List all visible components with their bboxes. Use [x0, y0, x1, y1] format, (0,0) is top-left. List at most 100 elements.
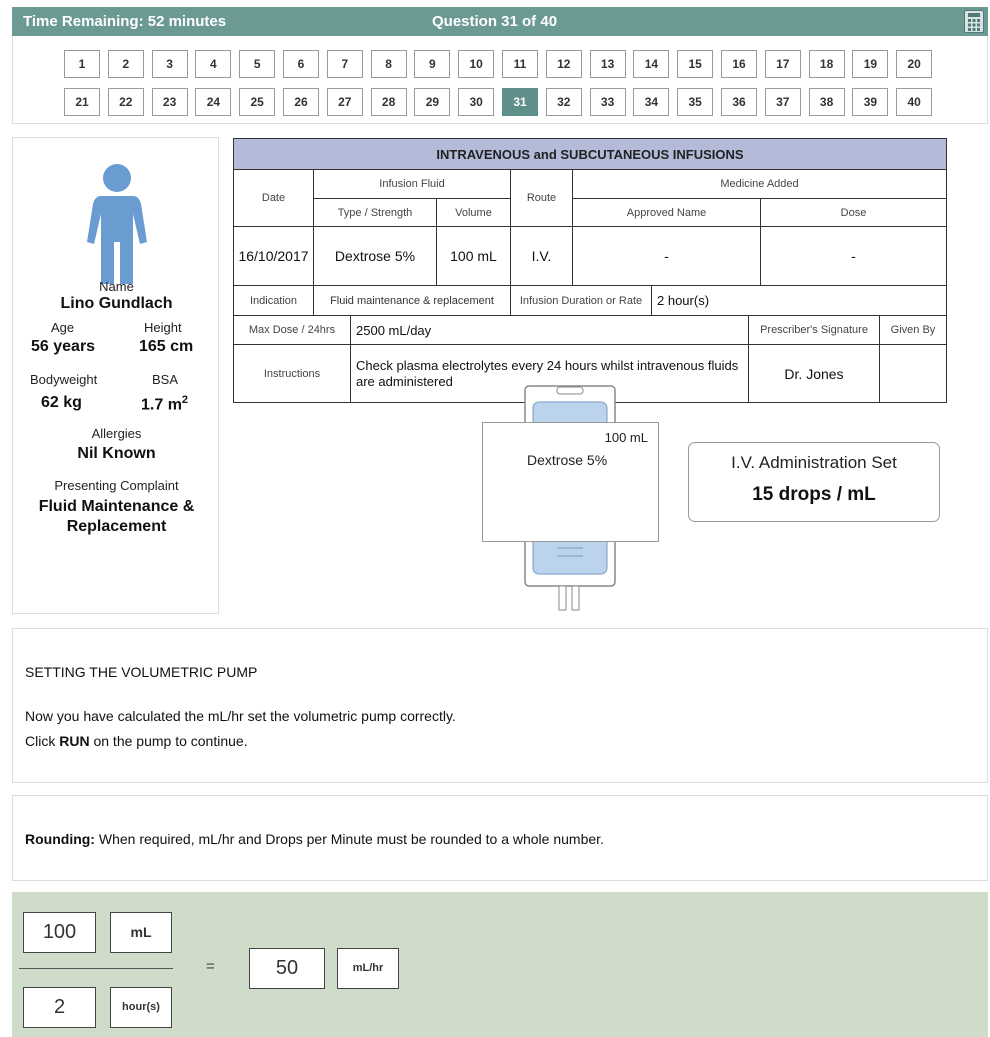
question-button-10[interactable]: 10 — [458, 50, 495, 78]
rounding-note: Rounding: When required, mL/hr and Drops… — [12, 795, 988, 881]
question-button-19[interactable]: 19 — [852, 50, 889, 78]
patient-allergies: Nil Known — [77, 445, 156, 462]
patient-weight: 62 kg — [41, 394, 82, 411]
question-button-28[interactable]: 28 — [370, 88, 407, 116]
question-button-11[interactable]: 11 — [502, 50, 538, 78]
bag-fluid: Dextrose 5% — [527, 452, 608, 468]
type-strength-header: Type / Strength — [314, 199, 437, 227]
question-button-6[interactable]: 6 — [283, 50, 319, 78]
approved-name-header: Approved Name — [573, 199, 761, 227]
question-button-3[interactable]: 3 — [151, 50, 188, 78]
question-button-9[interactable]: 9 — [414, 50, 451, 78]
pump-instructions: SETTING THE VOLUMETRIC PUMP Now you have… — [12, 628, 988, 783]
question-button-22[interactable]: 22 — [107, 88, 144, 116]
question-button-25[interactable]: 25 — [239, 88, 276, 116]
question-button-30[interactable]: 30 — [458, 88, 495, 116]
question-button-24[interactable]: 24 — [195, 88, 232, 116]
route-header: Route — [511, 170, 573, 227]
max-dose-header: Max Dose / 24hrs — [234, 316, 351, 345]
question-button-20[interactable]: 20 — [896, 50, 933, 78]
allergies-label: Allergies — [91, 426, 142, 441]
question-button-32[interactable]: 32 — [545, 88, 582, 116]
result-input[interactable]: 50 — [249, 948, 325, 989]
medicine-added-header: Medicine Added — [573, 170, 946, 199]
person-icon — [87, 164, 147, 284]
question-button-15[interactable]: 15 — [677, 50, 714, 78]
question-button-13[interactable]: 13 — [589, 50, 626, 78]
question-button-27[interactable]: 27 — [326, 88, 363, 116]
bag-label: 100 mL Dextrose 5% — [482, 422, 659, 542]
question-button-38[interactable]: 38 — [808, 88, 845, 116]
question-button-12[interactable]: 12 — [545, 50, 582, 78]
question-button-37[interactable]: 37 — [764, 88, 801, 116]
bodyweight-label: Bodyweight — [30, 372, 98, 387]
question-button-7[interactable]: 7 — [326, 50, 363, 78]
instructions-header: Instructions — [234, 345, 351, 402]
infusion-fluid-header: Infusion Fluid — [314, 170, 511, 199]
question-counter: Question 31 of 40 — [432, 13, 558, 30]
name-label: Name — [99, 279, 134, 294]
question-button-4[interactable]: 4 — [195, 50, 232, 78]
question-button-26[interactable]: 26 — [283, 88, 319, 116]
date-value: 16/10/2017 — [234, 227, 314, 286]
question-button-36[interactable]: 36 — [721, 88, 757, 116]
volume-header: Volume — [437, 199, 511, 227]
denominator-input[interactable]: 2 — [23, 987, 96, 1028]
question-button-16[interactable]: 16 — [721, 50, 757, 78]
question-button-21[interactable]: 21 — [64, 88, 100, 116]
patient-complaint-line2: Replacement — [66, 518, 167, 535]
exam-page: Time Remaining: 52 minutes Question 31 o… — [0, 0, 990, 1037]
question-button-31[interactable]: 31 — [502, 88, 538, 116]
given-by-value — [880, 345, 946, 402]
duration-value: 2 hour(s) — [652, 286, 946, 316]
instructions-line2: Click RUN on the pump to continue. — [25, 733, 248, 749]
question-button-39[interactable]: 39 — [852, 88, 889, 116]
time-remaining: Time Remaining: 52 minutes — [23, 13, 227, 30]
patient-bsa: 1.7 m2 — [141, 394, 189, 414]
patient-age: 56 years — [31, 338, 96, 355]
patient-height: 165 cm — [139, 338, 194, 355]
top-bar: Time Remaining: 52 minutes Question 31 o… — [12, 7, 988, 36]
dose-value: - — [761, 227, 946, 286]
question-button-14[interactable]: 14 — [633, 50, 670, 78]
route-value: I.V. — [511, 227, 573, 286]
calculation-area: 100 mL 2 hour(s) = 50 mL/hr — [12, 892, 988, 1037]
question-button-8[interactable]: 8 — [370, 50, 407, 78]
numerator-unit[interactable]: mL — [110, 912, 172, 953]
age-label: Age — [51, 320, 75, 335]
question-button-34[interactable]: 34 — [633, 88, 670, 116]
calculator-icon[interactable] — [964, 10, 984, 33]
iv-administration-set: I.V. Administration Set 15 drops / mL — [688, 442, 940, 522]
question-button-40[interactable]: 40 — [896, 88, 933, 116]
instructions-heading: SETTING THE VOLUMETRIC PUMP — [25, 664, 258, 680]
question-button-33[interactable]: 33 — [589, 88, 626, 116]
indication-header: Indication — [234, 286, 314, 316]
instructions-line1: Now you have calculated the mL/hr set th… — [25, 708, 456, 724]
equals-sign: = — [206, 958, 215, 975]
question-navigator: 1 2 3 4 5 6 7 8 9 10 11 12 13 14 15 16 17 18 19 20 21 22 23 24 2… — [12, 36, 988, 124]
volume-value: 100 mL — [437, 227, 511, 286]
run-keyword: RUN — [59, 733, 90, 749]
type-value: Dextrose 5% — [314, 227, 437, 286]
bsa-label: BSA — [152, 372, 179, 387]
iv-set-title: I.V. Administration Set — [731, 453, 897, 472]
question-button-35[interactable]: 35 — [677, 88, 714, 116]
iv-set-drop-factor: 15 drops / mL — [752, 484, 876, 505]
patient-panel: Name Lino Gundlach Age 56 years Height 1… — [12, 137, 219, 614]
bag-volume: 100 mL — [604, 430, 648, 445]
chart-title: INTRAVENOUS and SUBCUTANEOUS INFUSIONS — [234, 139, 946, 170]
numerator-input[interactable]: 100 — [23, 912, 96, 953]
patient-name: Lino Gundlach — [60, 295, 173, 312]
question-button-1[interactable]: 1 — [64, 50, 100, 78]
question-button-2[interactable]: 2 — [107, 50, 144, 78]
max-dose-value: 2500 mL/day — [351, 316, 749, 345]
denominator-unit[interactable]: hour(s) — [110, 987, 172, 1028]
question-button-17[interactable]: 17 — [764, 50, 801, 78]
question-button-23[interactable]: 23 — [151, 88, 188, 116]
question-button-5[interactable]: 5 — [239, 50, 276, 78]
result-unit[interactable]: mL/hr — [337, 948, 399, 989]
prescriber-signature-header: Prescriber's Signature — [749, 316, 880, 345]
question-button-18[interactable]: 18 — [808, 50, 845, 78]
question-button-29[interactable]: 29 — [414, 88, 451, 116]
prescriber-value: Dr. Jones — [749, 345, 880, 402]
